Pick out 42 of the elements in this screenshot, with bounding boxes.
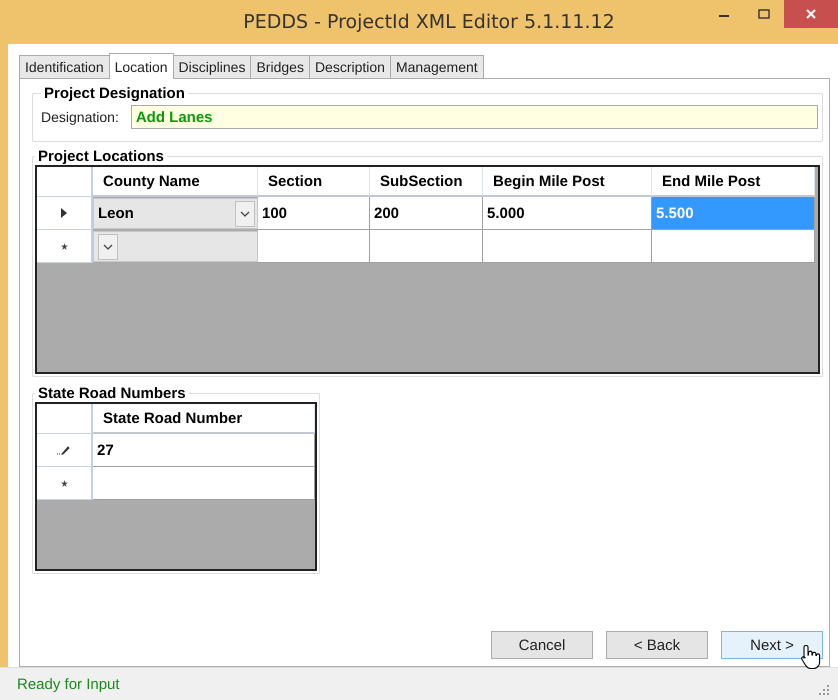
pencil-icon bbox=[57, 445, 71, 455]
current-row-icon bbox=[60, 208, 68, 218]
maximize-icon[interactable] bbox=[758, 9, 770, 19]
group-title: State Road Numbers bbox=[37, 385, 187, 402]
tab[interactable]: Bridges bbox=[250, 55, 310, 78]
column-header[interactable]: SubSection bbox=[370, 167, 483, 197]
table-cell[interactable]: 5.000 bbox=[483, 197, 652, 230]
column-header[interactable]: End Mile Post bbox=[652, 167, 815, 197]
column-header[interactable]: State Road Number bbox=[93, 404, 315, 434]
row-header[interactable] bbox=[37, 197, 93, 230]
new-row-icon bbox=[60, 480, 68, 486]
field-label: Designation: bbox=[41, 109, 119, 125]
table-cell[interactable]: 100 bbox=[258, 197, 370, 230]
column-header[interactable]: County Name bbox=[93, 167, 258, 197]
header-corner bbox=[37, 167, 93, 197]
group-title: Project Designation bbox=[43, 85, 186, 102]
tab[interactable]: Identification bbox=[19, 55, 110, 78]
dialog-button[interactable]: < Back bbox=[606, 631, 708, 659]
header-corner bbox=[37, 404, 93, 434]
window-title: PEDDS - ProjectId XML Editor 5.1.11.12 bbox=[242, 11, 615, 33]
tab[interactable]: Management bbox=[390, 55, 484, 78]
dropdown-icon[interactable] bbox=[98, 234, 118, 260]
table-cell[interactable]: 200 bbox=[370, 197, 483, 230]
tab[interactable]: Disciplines bbox=[172, 55, 252, 78]
designation-field[interactable]: Add Lanes bbox=[130, 105, 818, 129]
dropdown-icon[interactable] bbox=[235, 200, 255, 226]
column-header[interactable]: Begin Mile Post bbox=[483, 167, 652, 197]
group-title: Project Locations bbox=[37, 148, 165, 165]
county-combo[interactable]: Leon bbox=[93, 198, 258, 229]
dialog-button[interactable]: Cancel bbox=[491, 631, 593, 659]
row-header[interactable] bbox=[37, 230, 93, 263]
resize-grip-icon[interactable] bbox=[818, 684, 830, 696]
column-header[interactable]: Section bbox=[258, 167, 370, 197]
close-icon bbox=[805, 8, 817, 20]
table-cell[interactable]: 27 bbox=[93, 434, 315, 467]
status-text: Ready for Input bbox=[17, 676, 120, 692]
close-button[interactable] bbox=[784, 0, 838, 28]
row-header[interactable] bbox=[37, 467, 93, 500]
new-row-icon bbox=[60, 242, 68, 250]
row-header[interactable] bbox=[37, 434, 93, 467]
tab[interactable]: Location bbox=[108, 53, 174, 79]
tab[interactable]: Description bbox=[308, 55, 391, 78]
